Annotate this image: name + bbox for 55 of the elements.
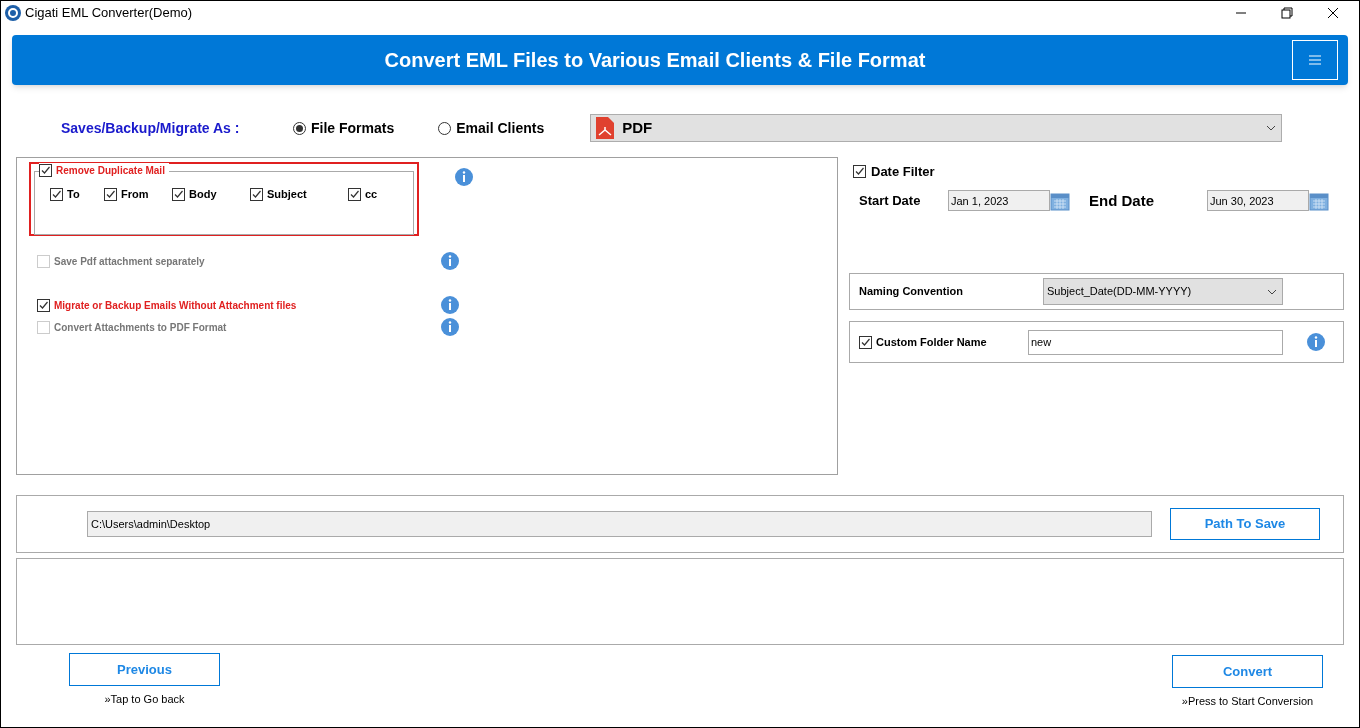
custom-folder-label[interactable]: Custom Folder Name bbox=[876, 333, 1028, 351]
info-icon[interactable] bbox=[441, 318, 459, 336]
option-label[interactable]: Migrate or Backup Emails Without Attachment files bbox=[54, 297, 297, 313]
naming-value: Subject_Date(DD-MM-YYYY) bbox=[1047, 284, 1192, 300]
path-to-save-button[interactable]: Path To Save bbox=[1170, 508, 1320, 540]
checkbox[interactable] bbox=[348, 187, 361, 201]
close-icon[interactable] bbox=[1327, 7, 1339, 19]
checkbox[interactable] bbox=[104, 187, 117, 201]
radio-label[interactable]: File Formats bbox=[311, 117, 395, 139]
convert-button[interactable]: Convert bbox=[1172, 655, 1323, 688]
chevron-down-icon bbox=[1266, 125, 1277, 131]
field-label[interactable]: To bbox=[67, 186, 80, 203]
start-date-field[interactable]: Jan 1, 2023 bbox=[948, 190, 1050, 212]
calendar-icon[interactable] bbox=[1050, 190, 1070, 211]
field-label[interactable]: Subject bbox=[267, 186, 307, 203]
checkbox[interactable] bbox=[859, 335, 872, 349]
radio-button[interactable] bbox=[293, 121, 306, 135]
path-field[interactable]: C:\Users\admin\Desktop bbox=[87, 511, 1152, 537]
calendar-icon[interactable] bbox=[1309, 190, 1329, 211]
convert-hint: »Press to Start Conversion bbox=[1181, 694, 1314, 709]
date-filter-label[interactable]: Date Filter bbox=[871, 162, 935, 182]
previous-button[interactable]: Previous bbox=[69, 653, 220, 686]
radio-label[interactable]: Email Clients bbox=[456, 117, 545, 139]
banner-title: Convert EML Files to Various Email Clients & File Format bbox=[383, 48, 927, 73]
info-icon[interactable] bbox=[455, 168, 473, 186]
field-label[interactable]: Body bbox=[189, 186, 217, 203]
info-icon[interactable] bbox=[441, 252, 459, 270]
checkbox[interactable] bbox=[39, 164, 52, 177]
naming-dropdown[interactable]: Subject_Date(DD-MM-YYYY) bbox=[1043, 278, 1283, 305]
pdf-file-icon bbox=[596, 117, 615, 139]
checkbox[interactable] bbox=[172, 187, 185, 201]
field-label[interactable]: From bbox=[121, 186, 149, 203]
checkbox[interactable] bbox=[250, 187, 263, 201]
menu-icon bbox=[1309, 55, 1321, 65]
checkbox[interactable] bbox=[853, 165, 866, 179]
format-dropdown[interactable]: PDF bbox=[590, 114, 1283, 142]
end-date-field[interactable]: Jun 30, 2023 bbox=[1207, 190, 1309, 212]
naming-label: Naming Convention bbox=[859, 284, 964, 300]
radio-button[interactable] bbox=[438, 121, 452, 135]
chevron-down-icon bbox=[1267, 288, 1277, 295]
previous-hint: »Tap to Go back bbox=[104, 692, 185, 707]
format-value: PDF bbox=[622, 117, 653, 138]
info-icon[interactable] bbox=[1307, 333, 1325, 351]
app-logo-icon bbox=[5, 5, 21, 21]
end-date-label: End Date bbox=[1089, 190, 1155, 211]
checkbox[interactable] bbox=[50, 187, 63, 201]
start-date-label: Start Date bbox=[859, 192, 922, 210]
menu-button[interactable] bbox=[1292, 40, 1338, 80]
checkbox[interactable] bbox=[37, 298, 50, 312]
field-label[interactable]: cc bbox=[365, 186, 378, 203]
save-as-label: Saves/Backup/Migrate As : bbox=[61, 118, 241, 138]
info-icon[interactable] bbox=[441, 296, 459, 314]
window-title: Cigati EML Converter(Demo) bbox=[25, 4, 193, 23]
restore-icon[interactable] bbox=[1281, 7, 1293, 19]
folder-name-field[interactable]: new bbox=[1028, 329, 1283, 355]
